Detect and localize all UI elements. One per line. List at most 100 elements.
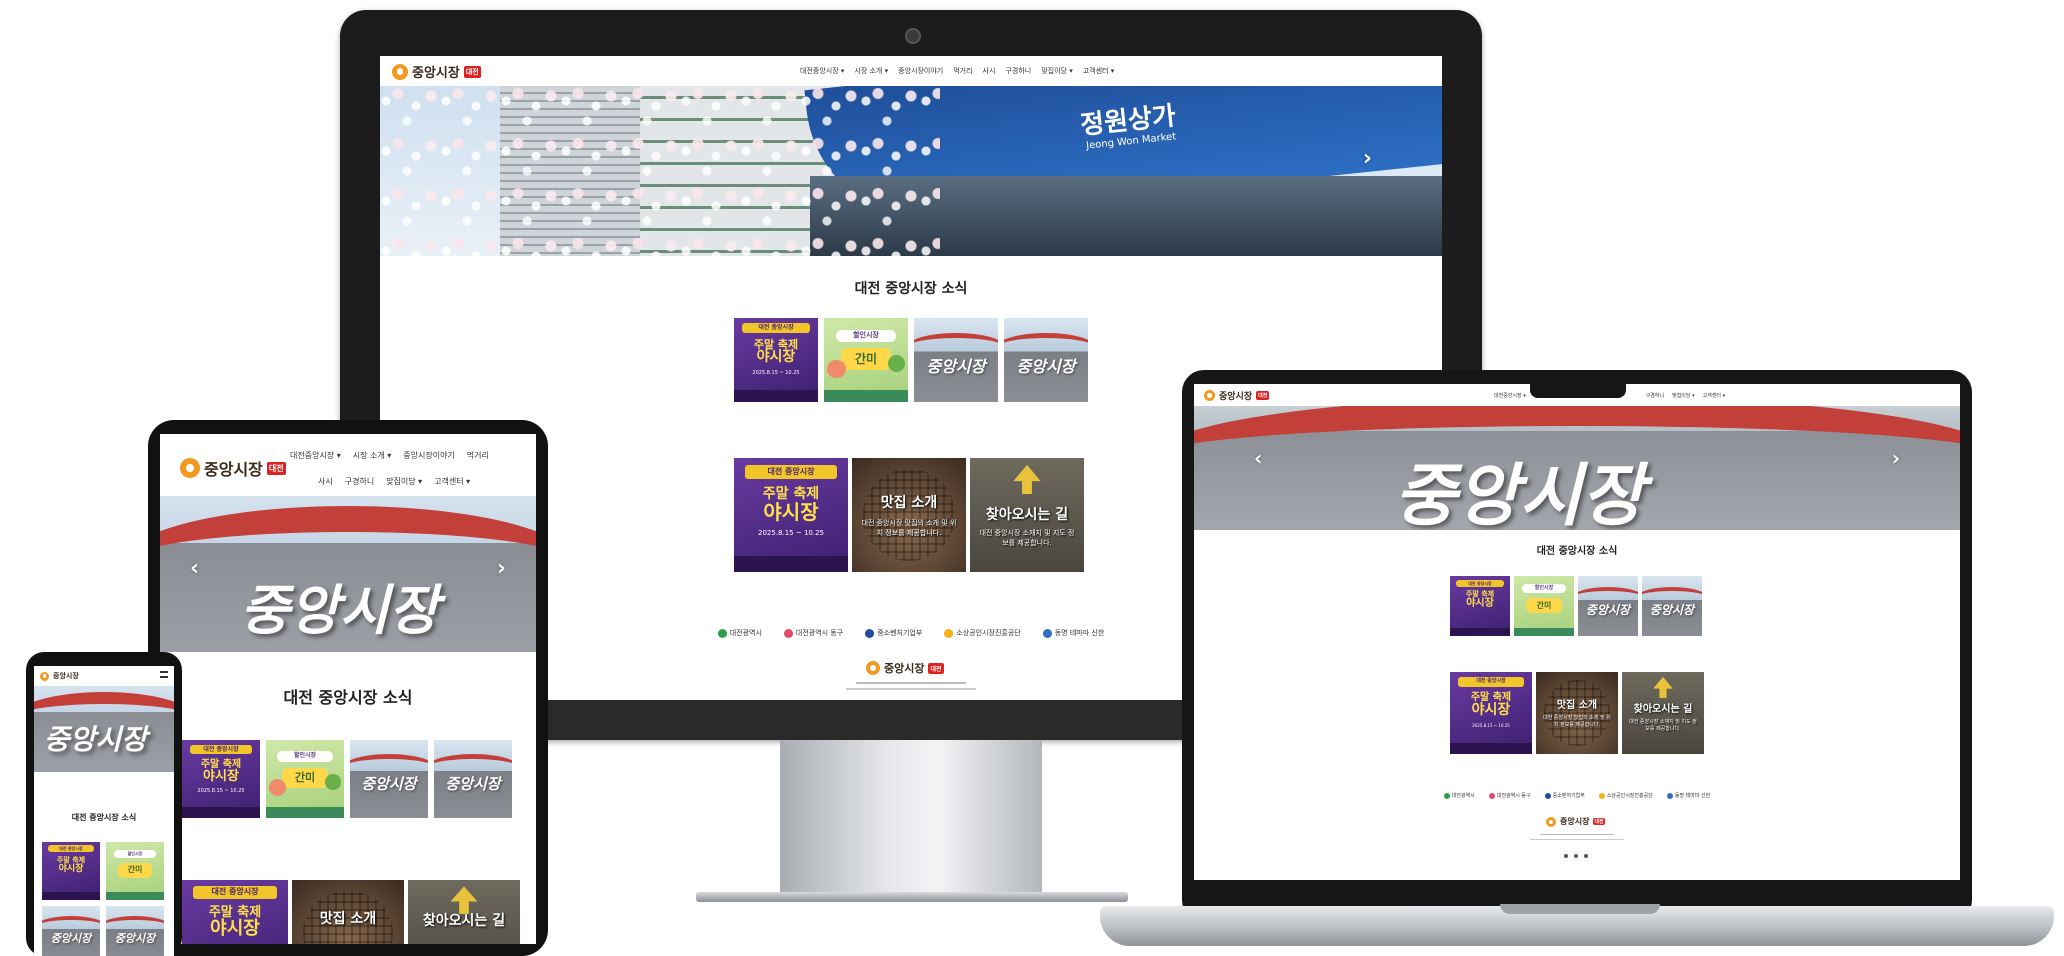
chevron-right-icon[interactable]: › — [497, 556, 506, 581]
partner-name: 소상공인시장진흥공단 — [1606, 793, 1653, 799]
nav-item[interactable]: 맞집이당 ▾ — [1672, 392, 1695, 399]
festival-footer — [1450, 742, 1532, 754]
footer-logo[interactable]: 중앙시장 대전 — [1546, 816, 1605, 827]
nav-item[interactable]: 시장 소개 ▾ — [353, 450, 392, 461]
festival-top: 대전 중앙시장 — [742, 323, 810, 334]
news-card-festival[interactable]: 대전 중앙시장 주말 축제 야시장 2025.8.15 ~ 10.25 — [182, 740, 260, 818]
festival-date: 2025.8.15 ~ 10.25 — [752, 370, 800, 377]
nav-item[interactable]: 대전중앙시장 ▾ — [800, 66, 844, 76]
news-card-sign[interactable]: 중앙시장 — [106, 906, 164, 956]
nav-item[interactable]: 맞집이당 ▾ — [1041, 66, 1073, 76]
festival-footer — [734, 556, 848, 572]
nav-item[interactable]: 맞집이당 ▾ — [386, 476, 422, 487]
partner-logo[interactable]: 대전광역시 — [717, 628, 762, 638]
promo-card-festival[interactable]: 대전 중앙시장 주말 축제 야시장 2025.8.15 ~ 10.25 — [1450, 672, 1532, 754]
news-card-poster[interactable]: 할인시장 간미 — [266, 740, 344, 818]
festival-top: 대전 중앙시장 — [192, 886, 278, 900]
chevron-right-icon[interactable]: › — [1363, 146, 1372, 171]
promo-card-directions[interactable]: 찾아오시는 길 대전 중앙시장 소재지 및 지도 정보를 제공합니다. — [1622, 672, 1704, 754]
partner-logo[interactable]: 동명 테마마 신한 — [1666, 792, 1710, 799]
main-nav-row2: 사시 구경하니 맞집이당 ▾ 고객센터 ▾ — [318, 476, 470, 487]
nav-item[interactable]: 먹거리 — [953, 66, 972, 76]
promo-card-festival[interactable]: 대전 중앙시장 주말 축제 야시장 — [182, 880, 288, 944]
nav-item[interactable]: 구경하니 — [1646, 392, 1664, 399]
social-icons — [1564, 854, 1588, 858]
partner-logo[interactable]: 소상공인시장진흥공단 — [1598, 792, 1653, 799]
nav-item[interactable]: 구경하니 — [1005, 66, 1031, 76]
promo-card-food[interactable]: 맛집 소개 대전 중앙시장 맛집의 소개 및 위치 정보를 제공합니다. — [1536, 672, 1618, 754]
promo-card-festival[interactable]: 대전 중앙시장 주말 축제 야시장 2025.8.15 ~ 10.25 — [734, 458, 848, 572]
news-card-festival[interactable]: 대전 중앙시장 주말 축제 야시장 2025.8.15 ~ 10.25 — [734, 318, 818, 402]
site-logo[interactable]: 중앙시장 대전 — [1204, 389, 1270, 402]
festival-line2: 야시장 — [1466, 598, 1494, 610]
chevron-right-icon[interactable]: › — [1892, 446, 1900, 470]
partner-icon — [1443, 792, 1450, 799]
nav-item[interactable]: 중앙시장이야기 — [898, 66, 943, 76]
directions-desc: 대전 중앙시장 소재지 및 지도 정보를 제공합니다. — [1629, 719, 1697, 732]
site-logo[interactable]: 중앙시장 — [40, 671, 79, 681]
news-card-sign[interactable]: 중앙시장 — [1642, 576, 1702, 636]
nav-item[interactable]: 구경하니 — [345, 476, 374, 487]
partner-logo[interactable]: 대전광역시 동구 — [1488, 792, 1531, 799]
news-card-sign[interactable]: 중앙시장 — [1004, 318, 1088, 402]
food-title: 맛집 소개 — [1556, 700, 1598, 711]
hamburger-icon[interactable] — [160, 671, 168, 678]
directions-title: 찾아오시는 길 — [985, 507, 1069, 523]
nav-item[interactable]: 고객센터 ▾ — [1703, 392, 1726, 399]
festival-top: 대전 중앙시장 — [1456, 579, 1504, 587]
news-card-sign[interactable]: 중앙시장 — [914, 318, 998, 402]
nav-item[interactable]: 사시 — [318, 476, 333, 487]
news-card-poster[interactable]: 할인시장 간미 — [824, 318, 908, 402]
site-logo[interactable]: 중앙시장 대전 — [392, 62, 481, 81]
partner-logo[interactable]: 동명 테마마 신한 — [1042, 628, 1105, 638]
social-icon[interactable] — [1574, 854, 1578, 858]
nav-item[interactable]: 대전중앙시장 ▾ — [290, 450, 341, 461]
festival-date: 2025.8.15 ~ 10.25 — [1472, 722, 1510, 728]
partner-name: 동명 테마마 신한 — [1054, 629, 1105, 637]
partner-logo[interactable]: 중소벤처기업부 — [865, 628, 922, 638]
footer-logo[interactable]: 중앙시장 대전 — [866, 660, 944, 676]
partner-icon — [1598, 792, 1605, 799]
news-card-festival[interactable]: 대전 중앙시장 주말 축제 야시장 — [42, 842, 100, 900]
chevron-left-icon[interactable]: ‹ — [1254, 446, 1262, 470]
news-card-sign[interactable]: 중앙시장 — [434, 740, 512, 818]
partner-logo[interactable]: 대전광역시 — [1443, 792, 1475, 799]
nav-item[interactable]: 시장 소개 ▾ — [854, 66, 888, 76]
site-logo[interactable]: 중앙시장 대전 — [180, 456, 286, 480]
hero-slider[interactable]: 중앙시장 — [34, 686, 174, 772]
nav-item[interactable]: 대전중앙시장 ▾ — [1494, 392, 1526, 399]
partner-logo[interactable]: 대전광역시 동구 — [783, 628, 843, 638]
directions-desc: 대전 중앙시장 소재지 및 지도 정보를 제공합니다. — [979, 529, 1075, 547]
festival-top: 대전 중앙시장 — [47, 845, 95, 853]
news-card-sign[interactable]: 중앙시장 — [350, 740, 428, 818]
news-card-poster[interactable]: 할인시장 간미 — [1514, 576, 1574, 636]
news-card-festival[interactable]: 대전 중앙시장 주말 축제 야시장 — [1450, 576, 1510, 636]
promo-card-directions[interactable]: 찾아오시는 길 — [408, 880, 520, 944]
site-header: 중앙시장 대전 대전중앙시장 ▾ 시장 소개 ▾ 중앙시장이야기 먹거리 사시 … — [160, 434, 536, 496]
promo-card-food[interactable]: 맛집 소개 대전 중앙시장 맛집의 소개 및 위치 정보를 제공합니다. — [852, 458, 966, 572]
news-card-sign[interactable]: 중앙시장 — [1578, 576, 1638, 636]
social-icon[interactable] — [1584, 854, 1588, 858]
nav-item[interactable]: 고객센터 ▾ — [1083, 66, 1115, 76]
sign-lettering: 중앙시장 — [50, 932, 92, 946]
nav-item[interactable]: 먹거리 — [467, 450, 489, 461]
partner-logo[interactable]: 중소벤처기업부 — [1544, 792, 1585, 799]
promo-card-directions[interactable]: 찾아오시는 길 대전 중앙시장 소재지 및 지도 정보를 제공합니다. — [970, 458, 1084, 572]
news-card-sign[interactable]: 중앙시장 — [42, 906, 100, 956]
logo-mark-icon — [866, 661, 880, 675]
social-icon[interactable] — [1564, 854, 1568, 858]
news-card-poster[interactable]: 할인시장 간미 — [106, 842, 164, 900]
promo-card-food[interactable]: 맛집 소개 — [292, 880, 404, 944]
food-desc: 대전 중앙시장 맛집의 소개 및 위치 정보를 제공합니다. — [1543, 715, 1611, 728]
hero-slider[interactable]: 정원상가 Jeong Won Market › — [380, 86, 1442, 256]
partner-logo[interactable]: 소상공인시장진흥공단 — [944, 628, 1021, 638]
hero-slider[interactable]: 중앙시장 ‹ › — [160, 496, 536, 652]
chevron-left-icon[interactable]: ‹ — [190, 556, 199, 581]
footer-info-line — [1540, 834, 1614, 835]
hero-slider[interactable]: 중앙시장 ‹ › — [1194, 406, 1960, 530]
nav-item[interactable]: 중앙시장이야기 — [403, 450, 455, 461]
nav-item[interactable]: 고객센터 ▾ — [434, 476, 470, 487]
partner-name: 중소벤처기업부 — [877, 629, 923, 637]
nav-item[interactable]: 사시 — [983, 66, 996, 76]
sign-lettering: 중앙시장 — [445, 774, 501, 793]
